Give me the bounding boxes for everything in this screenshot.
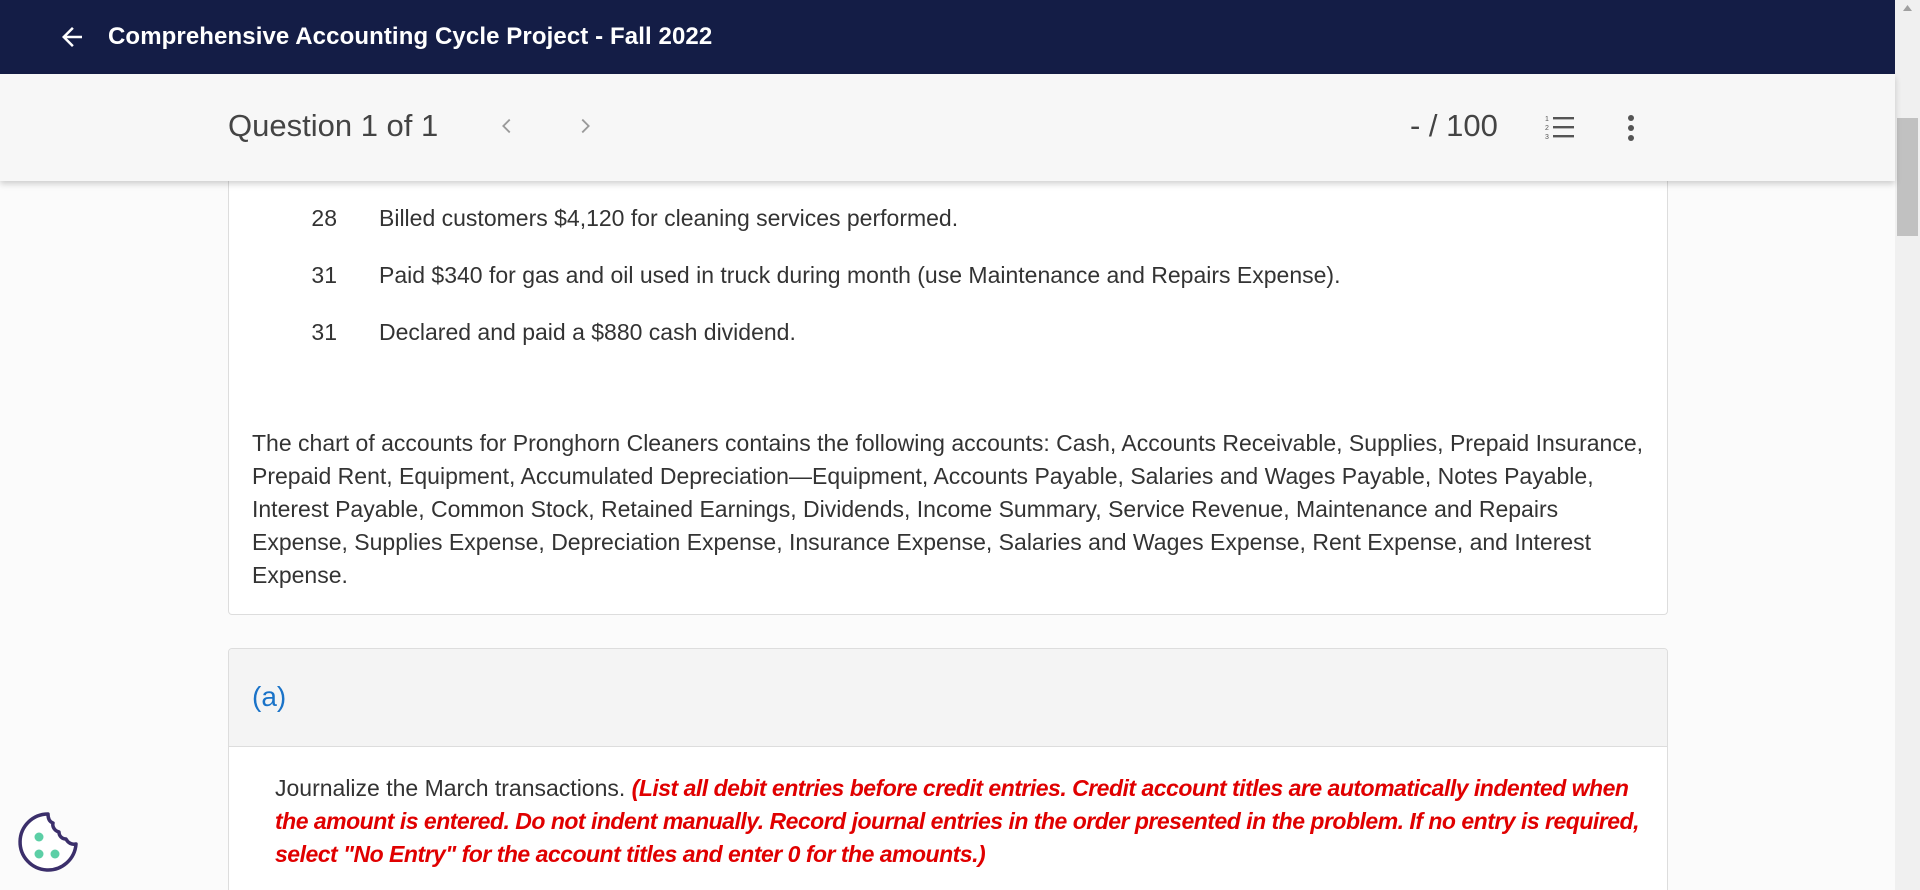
arrow-left-icon xyxy=(62,27,82,47)
transaction-description: Billed customers $4,120 for cleaning ser… xyxy=(379,205,959,231)
chevron-right-icon xyxy=(581,118,590,134)
transaction-row: 31 Declared and paid a $880 cash dividen… xyxy=(303,319,796,346)
chevron-left-icon xyxy=(502,118,511,134)
more-vertical-icon xyxy=(1628,115,1634,141)
part-a-label: (a) xyxy=(252,681,287,712)
triangle-up-icon xyxy=(1903,5,1912,11)
cookie-settings-button[interactable] xyxy=(16,810,80,874)
cookie-icon xyxy=(18,812,78,872)
numbered-list-icon: 1 2 3 xyxy=(1545,116,1574,141)
part-a-instructions: Journalize the March transactions. (List… xyxy=(275,772,1655,871)
back-button[interactable] xyxy=(52,17,92,57)
scroll-up-arrow[interactable] xyxy=(1895,0,1920,16)
more-options-button[interactable] xyxy=(1616,110,1646,146)
transaction-day: 31 xyxy=(311,262,337,288)
page-title: Comprehensive Accounting Cycle Project -… xyxy=(108,23,713,50)
svg-text:1: 1 xyxy=(1545,116,1549,123)
question-counter: Question 1 of 1 xyxy=(228,108,439,143)
svg-text:2: 2 xyxy=(1545,125,1549,132)
instruction-text: Journalize the March transactions. xyxy=(275,775,626,801)
problem-statement-card: 28 Billed customers $4,120 for cleaning … xyxy=(228,150,1668,615)
previous-question-button[interactable] xyxy=(491,110,523,142)
transaction-row: 28 Billed customers $4,120 for cleaning … xyxy=(303,205,958,232)
question-list-button[interactable]: 1 2 3 xyxy=(1542,110,1578,146)
transaction-day: 31 xyxy=(311,319,337,345)
question-nav-bar: Question 1 of 1 - / 100 1 2 3 xyxy=(0,74,1895,181)
part-a-header: (a) xyxy=(229,649,1667,747)
part-a-card: (a) Journalize the March transactions. (… xyxy=(228,648,1668,890)
svg-text:3: 3 xyxy=(1545,134,1549,141)
top-header-bar: Comprehensive Accounting Cycle Project -… xyxy=(0,0,1895,74)
transaction-row: 31 Paid $340 for gas and oil used in tru… xyxy=(303,262,1340,289)
chart-of-accounts-paragraph: The chart of accounts for Pronghorn Clea… xyxy=(252,430,1644,588)
next-question-button[interactable] xyxy=(569,110,601,142)
score-display: - / 100 xyxy=(1410,108,1498,143)
transaction-description: Declared and paid a $880 cash dividend. xyxy=(379,319,796,345)
scrollbar-thumb[interactable] xyxy=(1897,118,1918,236)
transaction-day: 28 xyxy=(311,205,337,231)
page-scrollbar[interactable] xyxy=(1895,0,1920,890)
transaction-description: Paid $340 for gas and oil used in truck … xyxy=(379,262,1341,288)
